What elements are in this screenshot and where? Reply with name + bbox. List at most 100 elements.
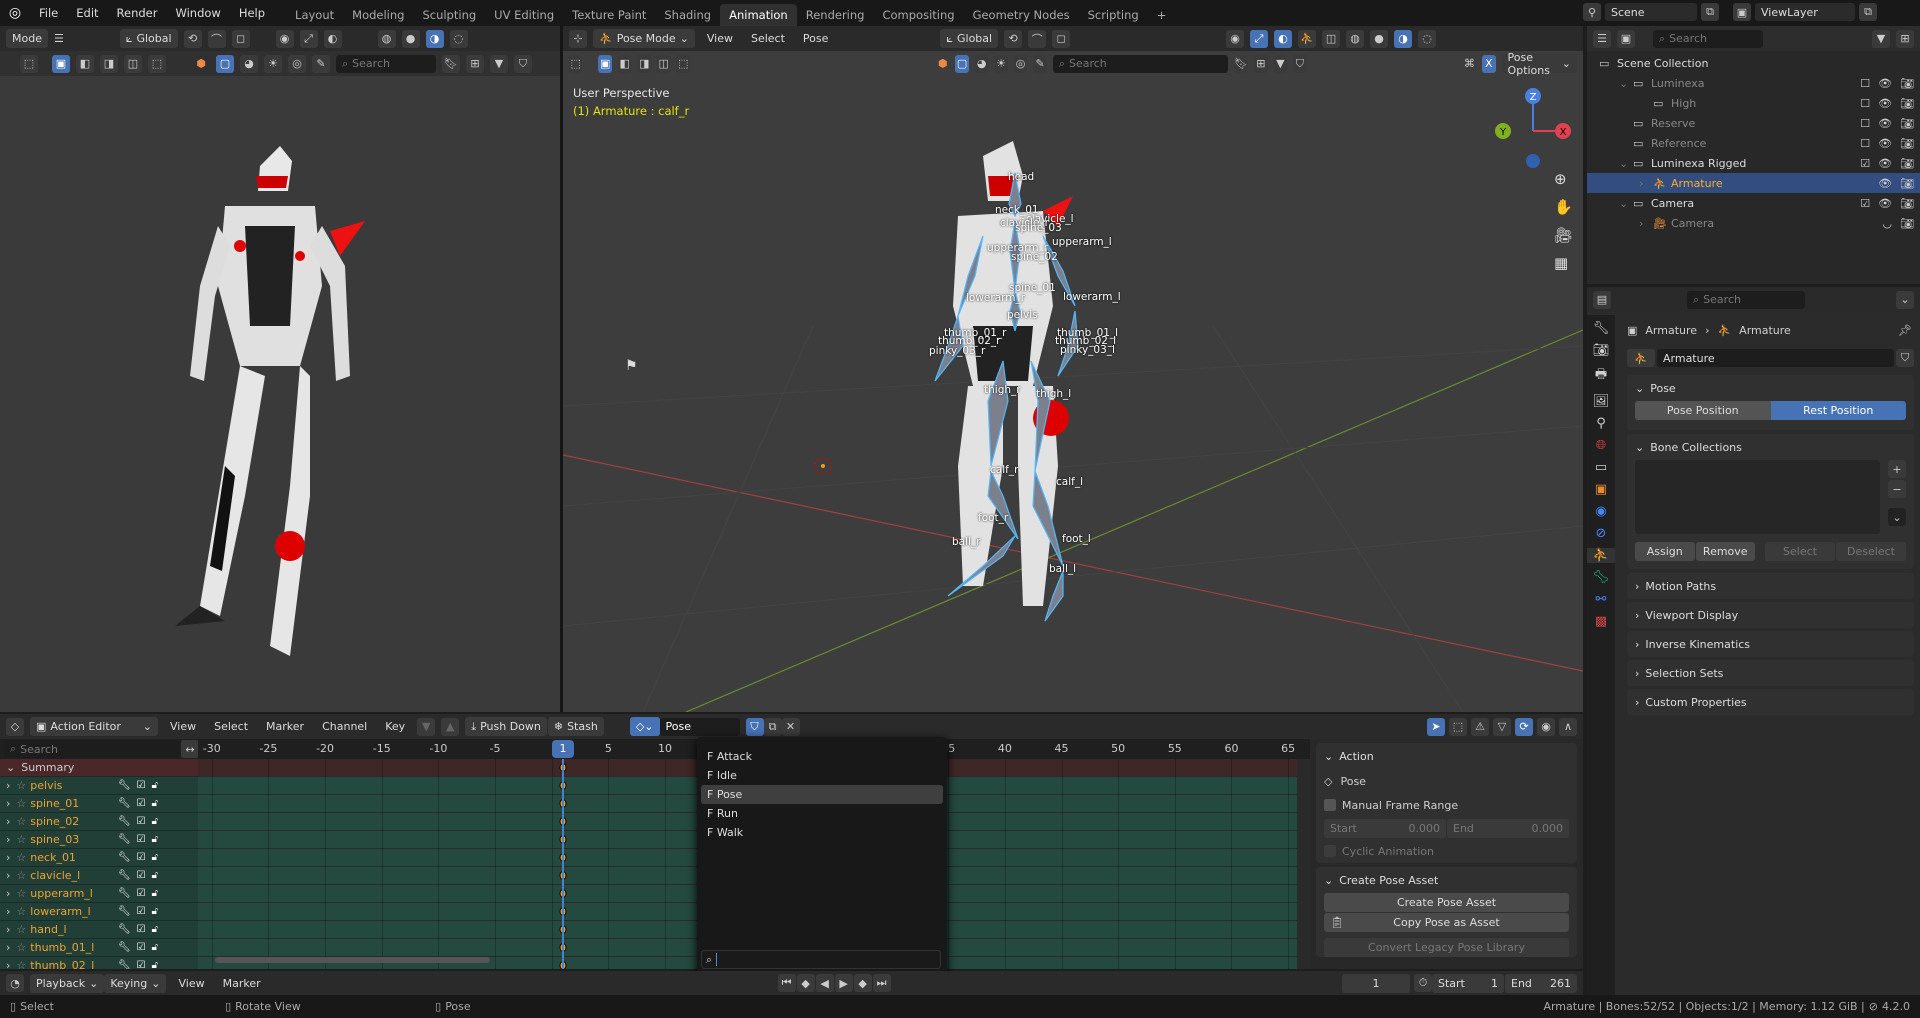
- pin-icon[interactable]: ☆: [16, 959, 26, 969]
- tool-tab-icon[interactable]: 🔧︎: [1593, 321, 1610, 336]
- expand-arrow-icon[interactable]: ›: [1639, 217, 1653, 230]
- pin-icon[interactable]: ☆: [16, 815, 26, 828]
- lock-icon[interactable]: 🔓︎: [152, 942, 158, 953]
- channel-pelvis[interactable]: › ☆ pelvis 🔧︎ ☑ 🔓︎: [0, 777, 198, 795]
- end-frame-field[interactable]: End 0.000: [1447, 818, 1569, 838]
- tab-sculpting[interactable]: Sculpting: [413, 4, 485, 26]
- auto-snap-icon[interactable]: ⟳: [1515, 717, 1533, 736]
- add-workspace-button[interactable]: +: [1148, 4, 1176, 26]
- channel-spine_02[interactable]: › ☆ spine_02 🔧︎ ☑ 🔓︎: [0, 813, 198, 831]
- outliner-search-input[interactable]: ⌕ Search: [1653, 29, 1763, 48]
- bone-label[interactable]: ball_l: [1049, 563, 1076, 575]
- filter-icon[interactable]: ▽: [1493, 717, 1511, 736]
- action-name-field[interactable]: Pose: [659, 717, 740, 736]
- pin-icon[interactable]: ☆: [16, 797, 26, 810]
- modifier-wrench-icon[interactable]: 🔧︎: [118, 960, 131, 969]
- mute-checkbox[interactable]: ☑: [137, 798, 146, 809]
- expand-arrow-icon[interactable]: ›: [0, 905, 16, 918]
- object-tab-icon[interactable]: ▣: [1595, 482, 1607, 497]
- channel-lowerarm_l[interactable]: › ☆ lowerarm_l 🔧︎ ☑ 🔓︎: [0, 903, 198, 921]
- filter-light-icon[interactable]: ☀: [264, 54, 282, 73]
- bone-label[interactable]: spine_02: [1011, 251, 1058, 263]
- tab-animation[interactable]: Animation: [720, 4, 797, 26]
- physics-tab-icon[interactable]: ◉: [1595, 504, 1606, 519]
- expand-arrow-icon[interactable]: ›: [0, 851, 16, 864]
- bone-label[interactable]: pinky_03_r: [929, 345, 985, 357]
- mode-dropdown[interactable]: ▣ Action Editor ⌄: [30, 717, 158, 736]
- mute-checkbox[interactable]: ☑: [137, 960, 146, 969]
- pin-icon[interactable]: ☆: [16, 851, 26, 864]
- mute-checkbox[interactable]: ☑: [137, 852, 146, 863]
- mute-checkbox[interactable]: ☑: [137, 942, 146, 953]
- shield-icon[interactable]: ⛉: [514, 54, 532, 73]
- end-frame-field[interactable]: End 261: [1505, 973, 1577, 993]
- exclude-checkbox[interactable]: ☑: [1860, 197, 1870, 210]
- eye-icon[interactable]: 👁︎: [1878, 97, 1892, 110]
- properties-search-input[interactable]: ⌕ Search: [1687, 290, 1805, 309]
- panel-viewport-display[interactable]: › Viewport Display: [1627, 602, 1914, 628]
- bone-label[interactable]: upperarm_l: [1052, 236, 1112, 248]
- armature-model[interactable]: [563, 26, 1583, 712]
- playhead-line[interactable]: [562, 759, 564, 969]
- channel-hand_l[interactable]: › ☆ hand_l 🔧︎ ☑ 🔓︎: [0, 921, 198, 939]
- expand-arrow-icon[interactable]: ›: [0, 833, 16, 846]
- main-viewport[interactable]: ⊹ ⛹ Pose Mode ⌄ View Select Pose ⟀ Global ⟲…: [563, 26, 1583, 712]
- unlink-action-icon[interactable]: ✕: [781, 717, 800, 736]
- bone-label[interactable]: pinky_03_l: [1060, 344, 1115, 356]
- panel-motion-paths[interactable]: › Motion Paths: [1627, 573, 1914, 599]
- modifier-wrench-icon[interactable]: 🔧︎: [118, 870, 131, 881]
- channel-neck_01[interactable]: › ☆ neck_01 🔧︎ ☑ 🔓︎: [0, 849, 198, 867]
- lock-icon[interactable]: 🔓︎: [152, 888, 158, 899]
- mode-dropdown[interactable]: Mode: [6, 29, 48, 48]
- panel-inverse-kinematics[interactable]: › Inverse Kinematics: [1627, 631, 1914, 657]
- texture-tab-icon[interactable]: ▩: [1595, 614, 1607, 629]
- next-keyframe-icon[interactable]: ◆: [853, 974, 872, 992]
- view-layer-icon[interactable]: ▣: [1733, 3, 1751, 21]
- eye-icon[interactable]: 👁︎: [1878, 137, 1892, 150]
- pin-icon[interactable]: 📌︎: [1898, 324, 1912, 337]
- copy-pose-as-asset-button[interactable]: 📋︎ Copy Pose as Asset: [1324, 913, 1569, 932]
- current-frame-field[interactable]: 1: [1342, 973, 1410, 993]
- collection-specials-icon[interactable]: ⌄: [1888, 508, 1906, 526]
- only-selected-icon[interactable]: ➤: [1427, 717, 1445, 736]
- action-menu-item[interactable]: F Attack: [701, 747, 943, 766]
- rest-position-button[interactable]: Rest Position: [1770, 401, 1906, 420]
- display-mode-icon[interactable]: ☰: [1593, 29, 1611, 48]
- expand-arrow-icon[interactable]: ›: [0, 869, 16, 882]
- lock-icon[interactable]: 🔓︎: [152, 960, 158, 969]
- pose-panel-header[interactable]: ⌄ Pose: [1635, 375, 1906, 401]
- world-tab-icon[interactable]: 🌐︎: [1596, 438, 1606, 453]
- outliner-item[interactable]: ▭ Reserve ☐ 👁︎ 📷︎: [1587, 113, 1920, 133]
- select-button[interactable]: Select: [1765, 542, 1835, 561]
- add-collection-button[interactable]: +: [1888, 460, 1906, 478]
- bone-label[interactable]: lowerarm_r: [966, 292, 1025, 304]
- start-frame-field[interactable]: Start 1: [1432, 973, 1504, 993]
- create-pose-asset-header[interactable]: ⌄ Create Pose Asset: [1324, 867, 1569, 893]
- menu-icon[interactable]: ☰: [54, 32, 64, 45]
- tab-uv-editing[interactable]: UV Editing: [485, 4, 563, 26]
- channel-thumb_01_l[interactable]: › ☆ thumb_01_l 🔧︎ ☑ 🔓︎: [0, 939, 198, 957]
- outliner-item[interactable]: ▭ Scene Collection: [1587, 53, 1920, 73]
- modifier-wrench-icon[interactable]: 🔧︎: [118, 834, 131, 845]
- mute-checkbox[interactable]: ☑: [137, 906, 146, 917]
- sync-length-icon[interactable]: ↔: [181, 740, 199, 758]
- preview-range-stopwatch-icon[interactable]: ⏱: [1414, 974, 1432, 992]
- modifier-wrench-icon[interactable]: 🔧︎: [118, 924, 131, 935]
- armature-data-tab-icon[interactable]: ⛹: [1587, 548, 1615, 563]
- menu-window[interactable]: Window: [166, 0, 229, 26]
- duplicate-action-icon[interactable]: ⧉: [763, 717, 782, 736]
- lock-icon[interactable]: 🔓︎: [152, 906, 158, 917]
- bone-label[interactable]: calf_l: [1056, 476, 1083, 488]
- collapse-arrow-icon[interactable]: ⌄: [1619, 157, 1633, 170]
- menu-select[interactable]: Select: [208, 720, 254, 733]
- summary-channel[interactable]: ⌄ Summary: [0, 759, 198, 777]
- layer-up-icon[interactable]: ▲: [441, 717, 460, 736]
- bone-label[interactable]: spine_03: [1015, 222, 1062, 234]
- render-camera-icon[interactable]: 📷︎: [1900, 157, 1914, 170]
- pose-position-button[interactable]: Pose Position: [1635, 401, 1771, 420]
- pin-icon[interactable]: ☆: [16, 941, 26, 954]
- panel-selection-sets[interactable]: › Selection Sets: [1627, 660, 1914, 686]
- filter-object-icon[interactable]: ▢: [216, 54, 234, 73]
- menu-marker[interactable]: Marker: [217, 977, 267, 990]
- new-scene-icon[interactable]: ⧉: [1701, 3, 1719, 21]
